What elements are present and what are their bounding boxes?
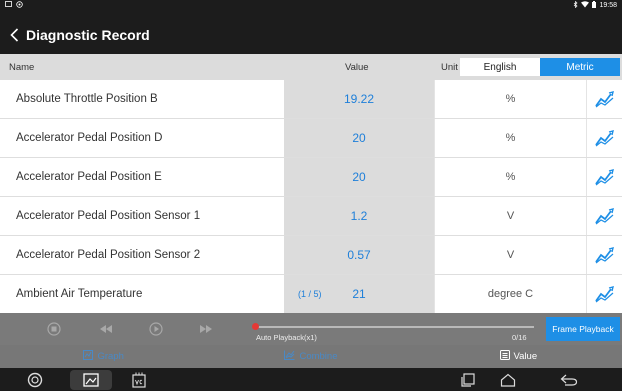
column-unit-label: Unit: [441, 62, 458, 73]
row-name: Accelerator Pedal Position E: [0, 158, 284, 196]
frame-counter: 0/16: [512, 333, 527, 342]
row-unit: V: [434, 236, 586, 274]
trend-graph-icon[interactable]: [586, 275, 622, 313]
unit-toggle: English Metric: [460, 58, 620, 76]
row-name: Accelerator Pedal Position Sensor 1: [0, 197, 284, 235]
row-value: (1 / 5) 21: [284, 275, 434, 313]
tab-graph[interactable]: Graph: [0, 345, 207, 368]
trend-graph-icon[interactable]: [586, 158, 622, 196]
trend-graph-icon[interactable]: [586, 119, 622, 157]
vci-icon[interactable]: [128, 370, 150, 390]
row-name: Accelerator Pedal Position D: [0, 119, 284, 157]
tab-value-label: Value: [513, 351, 538, 362]
data-stream-list: Absolute Throttle Position B 19.22 % Acc…: [0, 80, 622, 313]
english-units-button[interactable]: English: [460, 58, 540, 76]
trend-graph-icon[interactable]: [586, 236, 622, 274]
app-logo-icon[interactable]: [24, 370, 46, 390]
status-bar: 19:58: [0, 0, 622, 10]
auto-playback-label: Auto Playback(x1): [256, 333, 317, 342]
combine-icon: [284, 350, 295, 363]
home-icon[interactable]: [498, 370, 518, 390]
table-row[interactable]: Accelerator Pedal Position Sensor 2 0.57…: [0, 236, 622, 275]
trend-graph-icon[interactable]: [586, 80, 622, 118]
table-row[interactable]: Accelerator Pedal Position Sensor 1 1.2 …: [0, 197, 622, 236]
row-unit: V: [434, 197, 586, 235]
row-value: 19.22: [284, 80, 434, 118]
bluetooth-icon: [573, 0, 578, 10]
row-unit: %: [434, 158, 586, 196]
row-value: 20: [284, 119, 434, 157]
column-value-label: Value: [345, 62, 369, 73]
playback-bar: Auto Playback(x1) 0/16 Frame Playback: [0, 313, 622, 345]
settings-status-icon: [16, 0, 23, 10]
table-row[interactable]: Ambient Air Temperature (1 / 5) 21 degre…: [0, 275, 622, 313]
page-indicator: (1 / 5): [298, 289, 322, 299]
notification-icon: [5, 1, 12, 9]
stop-button[interactable]: [44, 319, 64, 339]
graph-icon: [83, 350, 94, 363]
playback-progress-handle[interactable]: [252, 323, 259, 330]
column-header: Name Value Unit English Metric: [0, 54, 622, 80]
view-tab-bar: Graph Combine Value: [0, 345, 622, 368]
row-value: 1.2: [284, 197, 434, 235]
row-name: Ambient Air Temperature: [0, 275, 284, 313]
table-row[interactable]: Accelerator Pedal Position D 20 %: [0, 119, 622, 158]
row-value: 20: [284, 158, 434, 196]
metric-units-button[interactable]: Metric: [540, 58, 620, 76]
playback-progress-track[interactable]: [256, 326, 534, 328]
screenshot-icon[interactable]: [70, 370, 112, 390]
rewind-button[interactable]: [96, 319, 116, 339]
table-row[interactable]: Accelerator Pedal Position E 20 %: [0, 158, 622, 197]
row-value-text: 21: [352, 287, 366, 301]
trend-graph-icon[interactable]: [586, 197, 622, 235]
tab-combine-label: Combine: [299, 351, 338, 362]
tab-value[interactable]: Value: [415, 345, 622, 368]
page-title: Diagnostic Record: [26, 27, 150, 43]
play-button[interactable]: [146, 319, 166, 339]
back-arrow-icon[interactable]: [10, 26, 24, 44]
value-icon: [499, 350, 510, 363]
frame-playback-button[interactable]: Frame Playback: [546, 317, 620, 341]
back-icon[interactable]: [558, 370, 580, 390]
recent-apps-icon[interactable]: [458, 370, 478, 390]
battery-icon: [592, 0, 597, 10]
row-value: 0.57: [284, 236, 434, 274]
tab-graph-label: Graph: [97, 351, 124, 362]
fast-forward-button[interactable]: [196, 319, 216, 339]
row-unit: degree C: [434, 275, 586, 313]
wifi-icon: [581, 0, 590, 10]
row-unit: %: [434, 80, 586, 118]
system-nav-bar: [0, 368, 622, 391]
status-time: 19:58: [599, 1, 617, 9]
row-name: Absolute Throttle Position B: [0, 80, 284, 118]
row-unit: %: [434, 119, 586, 157]
table-row[interactable]: Absolute Throttle Position B 19.22 %: [0, 80, 622, 119]
title-bar: Diagnostic Record: [0, 10, 622, 54]
tab-combine[interactable]: Combine: [207, 345, 414, 368]
row-name: Accelerator Pedal Position Sensor 2: [0, 236, 284, 274]
column-name-label: Name: [9, 62, 35, 73]
